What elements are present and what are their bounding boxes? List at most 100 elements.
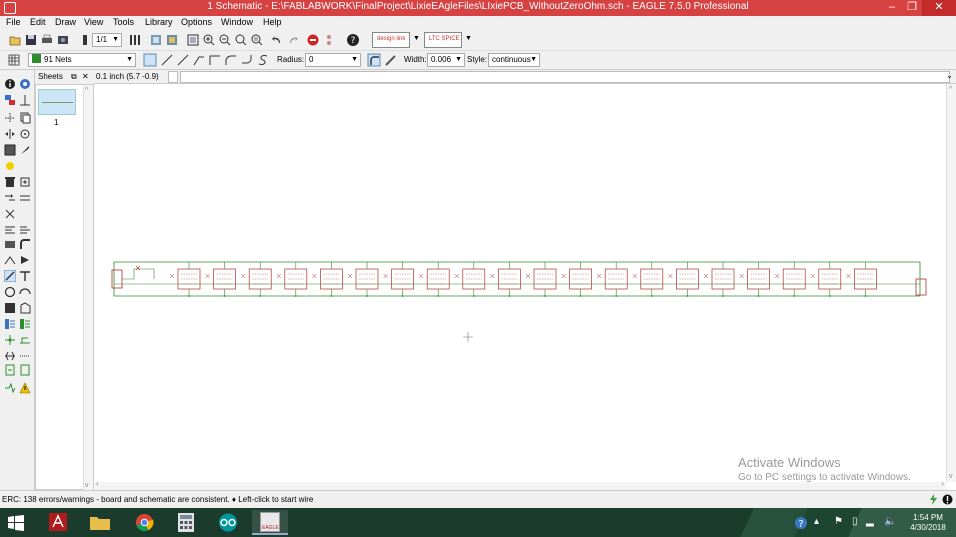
vertical-scrollbar[interactable]: ^ v — [946, 84, 956, 482]
run-ulp-icon[interactable] — [165, 33, 179, 47]
capacitor-symbol[interactable] — [169, 273, 175, 279]
wire-icon[interactable] — [4, 270, 16, 282]
erc-icon[interactable] — [4, 382, 16, 394]
led-module-pins[interactable] — [715, 273, 731, 285]
grid-toggle-box[interactable] — [168, 71, 178, 83]
led-module-pins[interactable] — [501, 273, 518, 285]
command-line-input[interactable] — [180, 71, 950, 83]
taskbar-calculator[interactable] — [168, 510, 204, 535]
taskbar-eagle[interactable]: EAGLE — [252, 510, 288, 535]
copy-icon[interactable] — [19, 112, 31, 124]
pinswap-icon[interactable] — [4, 192, 16, 204]
show-icon[interactable] — [19, 78, 31, 90]
menu-edit[interactable]: Edit — [30, 17, 46, 27]
junction-dot[interactable] — [508, 295, 511, 297]
schematic-canvas[interactable] — [94, 84, 946, 482]
capacitor-symbol[interactable] — [846, 273, 851, 279]
use-library-icon[interactable] — [128, 33, 142, 47]
ripup-icon[interactable] — [4, 364, 16, 376]
junction-dot[interactable] — [437, 295, 440, 297]
led-module-pins[interactable] — [821, 273, 838, 285]
capacitor-symbol[interactable] — [775, 273, 780, 279]
chevron-down-icon[interactable]: ▼ — [465, 35, 472, 42]
help-tray-icon[interactable]: ? — [794, 516, 808, 530]
taskbar-chrome[interactable] — [126, 510, 162, 535]
capacitor-symbol[interactable] — [312, 273, 317, 279]
junction-dot[interactable] — [793, 295, 796, 297]
led-module-pins[interactable] — [643, 273, 660, 285]
menu-window[interactable]: Window — [221, 17, 253, 27]
arc-icon[interactable] — [19, 286, 31, 298]
layer-select[interactable]: 91 Nets ▼ — [28, 53, 136, 67]
led-module-pins[interactable] — [216, 273, 233, 285]
ltspice-button[interactable]: LTC SPICE — [424, 32, 462, 48]
close-button[interactable]: ✕ — [922, 0, 956, 16]
name-icon[interactable] — [4, 224, 16, 236]
help-icon[interactable]: ? — [346, 33, 360, 47]
polygon-icon[interactable] — [19, 302, 31, 314]
capacitor-symbol[interactable] — [205, 273, 210, 279]
sheet-select[interactable]: 1/1 ▼ — [92, 33, 122, 47]
capacitor-symbol[interactable] — [597, 273, 602, 279]
sheet-icon[interactable] — [78, 33, 92, 47]
label-icon[interactable] — [19, 334, 31, 346]
stop-icon[interactable] — [306, 33, 320, 47]
wire-bend-45-icon[interactable] — [176, 53, 190, 67]
attribute-icon[interactable] — [4, 350, 16, 362]
split-icon[interactable] — [4, 254, 16, 266]
speaker-icon[interactable]: 🔈 — [884, 516, 896, 527]
junction-dot[interactable] — [294, 295, 297, 297]
menu-draw[interactable]: Draw — [55, 17, 76, 27]
menu-view[interactable]: View — [84, 17, 103, 27]
menu-options[interactable]: Options — [181, 17, 212, 27]
capacitor-symbol[interactable] — [347, 273, 353, 279]
junction-dot[interactable] — [401, 295, 404, 297]
group-icon[interactable] — [4, 144, 16, 156]
taskbar-arduino[interactable] — [210, 510, 246, 535]
taskbar-file-explorer[interactable] — [82, 510, 118, 535]
wire-bend-round-icon[interactable] — [240, 53, 254, 67]
windows-start-icon[interactable] — [8, 515, 24, 531]
capacitor-symbol[interactable] — [490, 273, 495, 279]
junction-icon[interactable] — [4, 334, 16, 346]
junction-dot[interactable] — [223, 295, 226, 297]
net-icon[interactable] — [19, 318, 31, 330]
go-icon[interactable] — [322, 33, 336, 47]
tray-arrow-icon[interactable]: ▴ — [814, 516, 819, 527]
capacitor-symbol[interactable] — [419, 273, 424, 279]
wifi-icon[interactable]: ▂ — [866, 516, 874, 527]
zoom-redraw-icon[interactable] — [234, 33, 248, 47]
chevron-left-icon[interactable]: ‹ — [96, 479, 99, 488]
script-icon[interactable] — [149, 33, 163, 47]
menu-file[interactable]: File — [6, 17, 21, 27]
capacitor-symbol[interactable] — [276, 273, 281, 279]
radius-input[interactable]: 0 ▼ — [305, 53, 361, 67]
paste-icon[interactable] — [4, 160, 16, 172]
dimension-icon[interactable] — [19, 350, 31, 362]
style-select[interactable]: continuous ▼ — [488, 53, 540, 67]
errors-icon[interactable] — [19, 364, 31, 376]
chevron-right-icon[interactable]: › — [941, 479, 944, 488]
led-module-pins[interactable] — [359, 273, 375, 285]
chevron-down-icon[interactable]: ▼ — [413, 35, 420, 42]
led-module-pins[interactable] — [465, 273, 482, 285]
delete-icon[interactable] — [4, 176, 16, 188]
change-icon[interactable] — [19, 144, 31, 156]
smash-icon[interactable] — [4, 238, 16, 250]
text-icon[interactable] — [19, 270, 31, 282]
move-icon[interactable] — [4, 112, 16, 124]
chevron-down-icon[interactable]: ⌄ — [946, 71, 953, 80]
undock-icon[interactable]: ⧉ — [71, 70, 77, 84]
display-layers-icon[interactable] — [4, 94, 16, 106]
junction-dot[interactable] — [579, 295, 582, 297]
zoom-in-icon[interactable] — [202, 33, 216, 47]
gateswap-icon[interactable] — [19, 192, 31, 204]
circle-icon[interactable] — [4, 286, 16, 298]
led-module-pins[interactable] — [572, 273, 589, 285]
junction-dot[interactable] — [757, 295, 760, 297]
arc-cap-flat-icon[interactable] — [383, 53, 397, 67]
chevron-up-icon[interactable]: ^ — [85, 87, 88, 94]
zoom-fit-icon[interactable] — [186, 33, 200, 47]
capacitor-symbol[interactable] — [383, 273, 388, 279]
junction-dot[interactable] — [330, 295, 333, 297]
